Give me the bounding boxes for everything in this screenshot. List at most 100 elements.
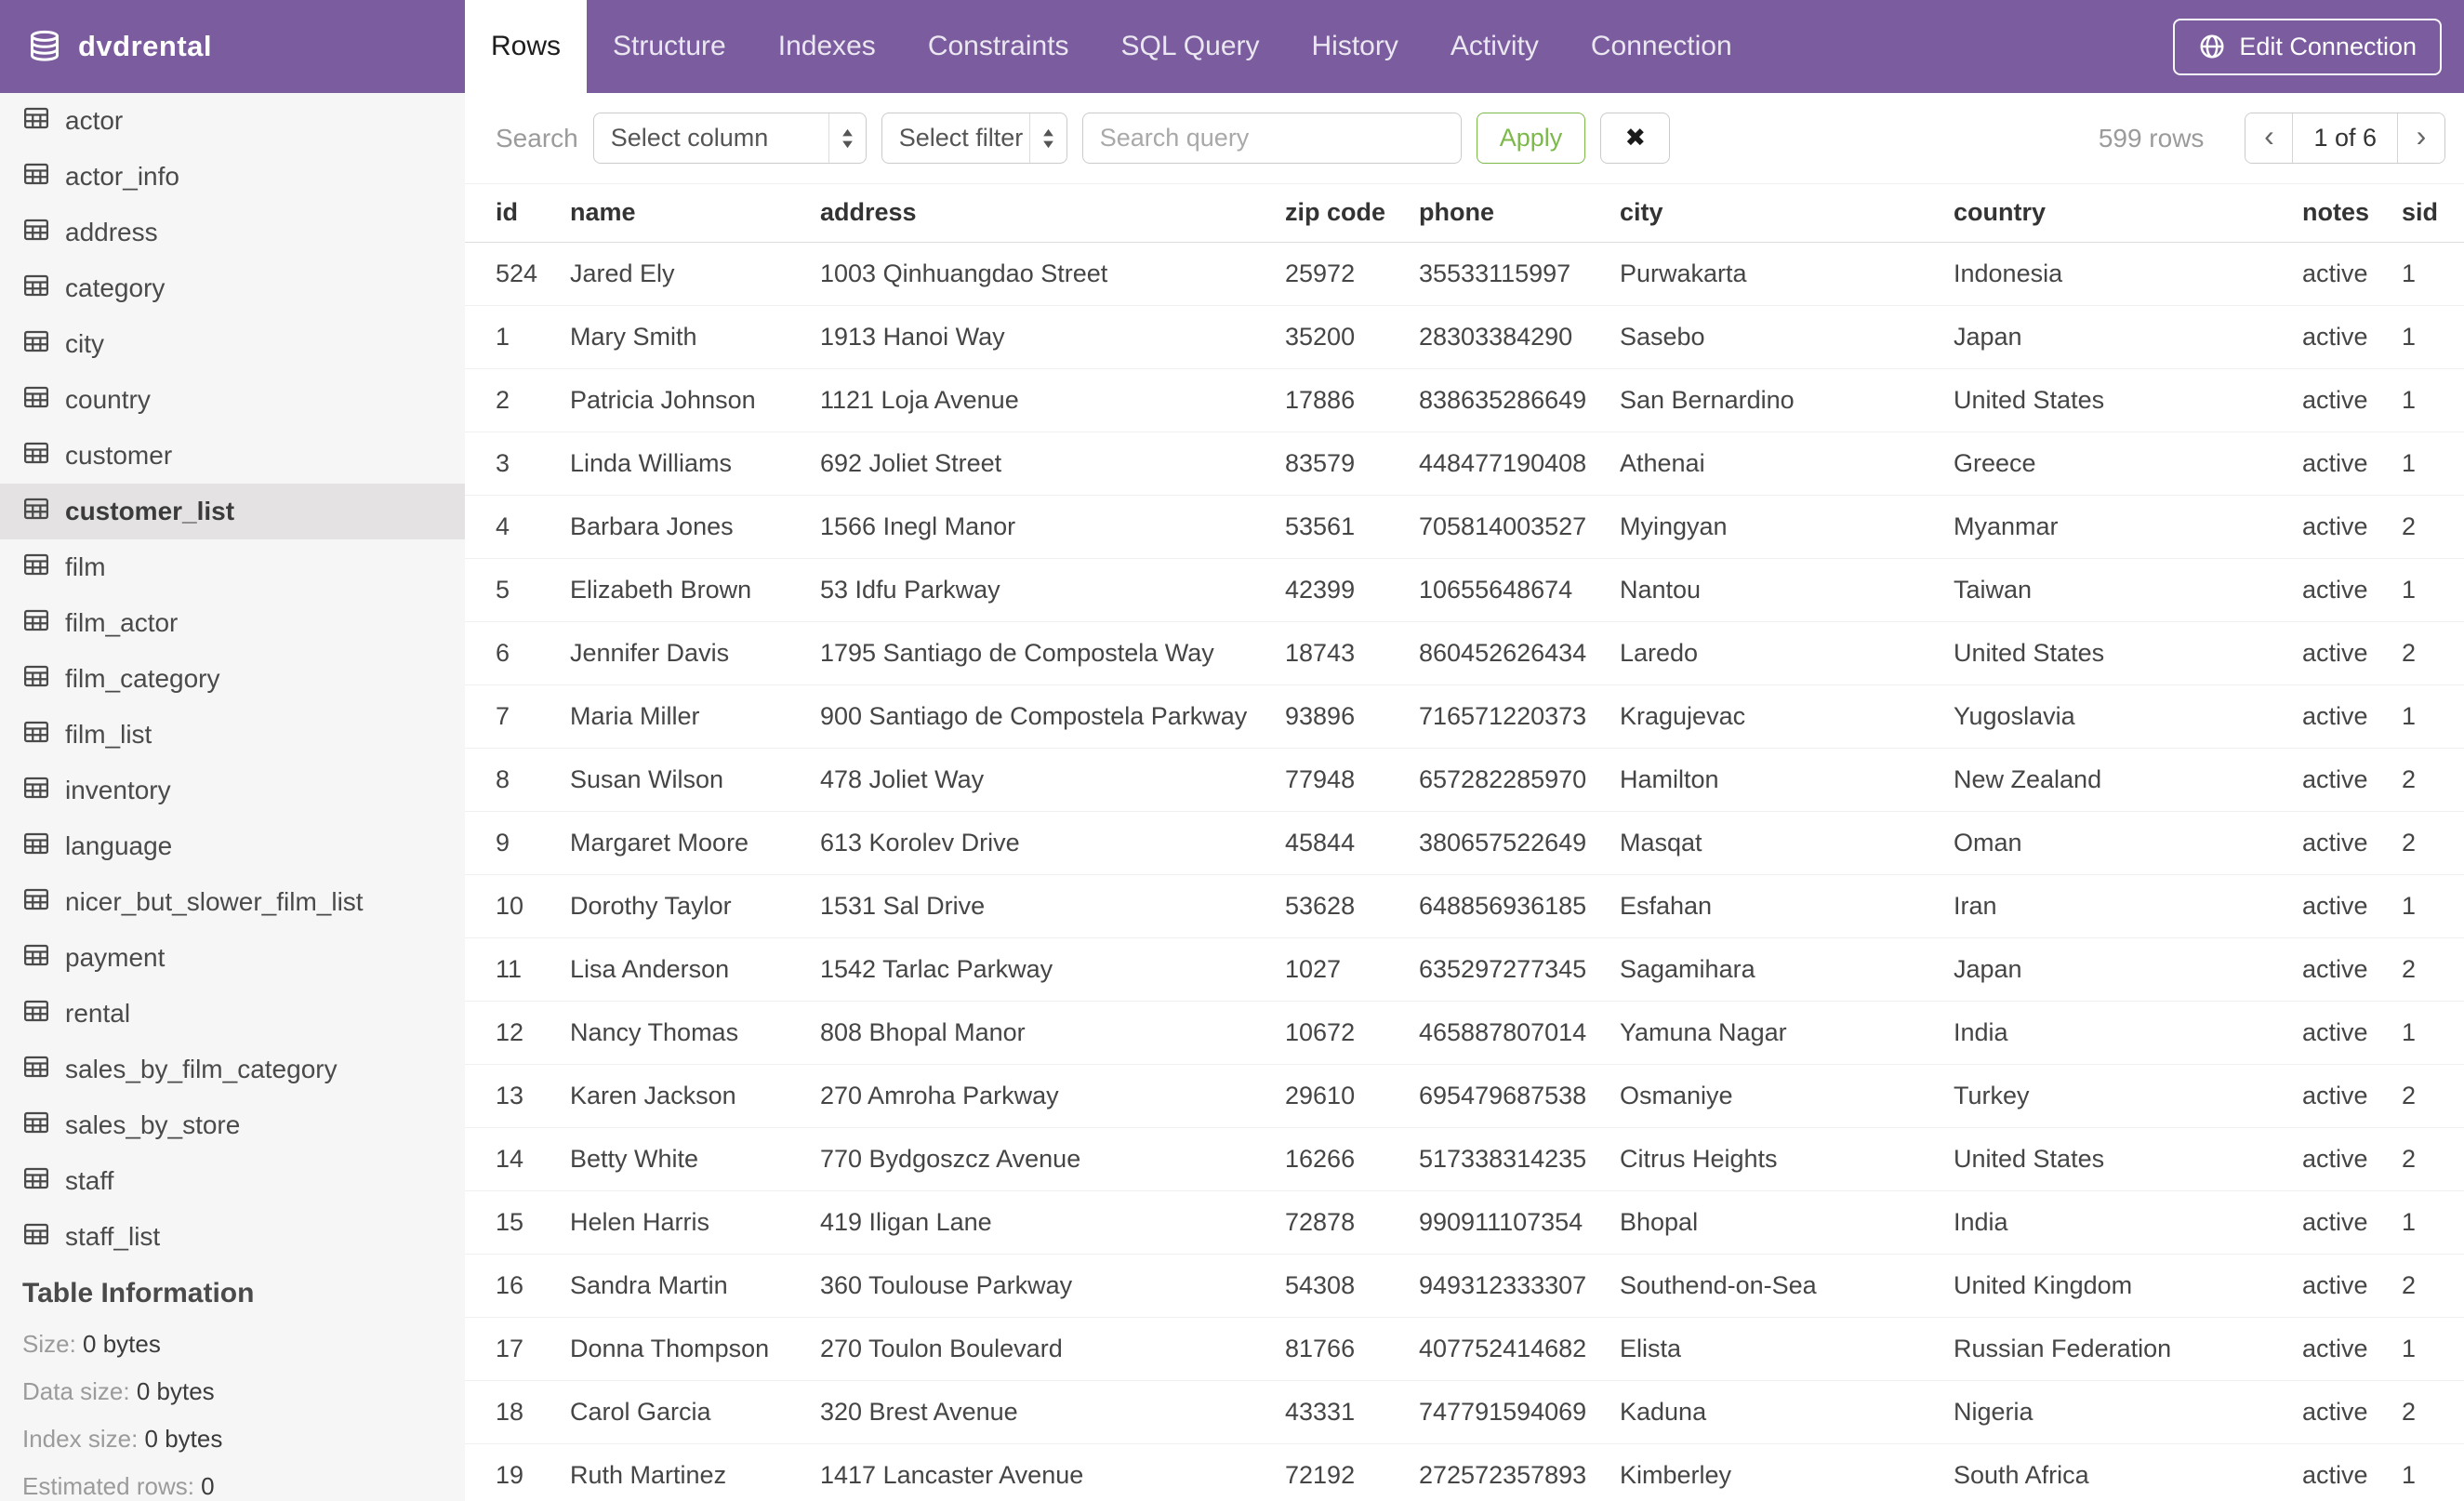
sidebar-item-rental[interactable]: rental — [0, 986, 465, 1042]
table-info-label: Estimated rows: — [22, 1472, 202, 1500]
sidebar-item-language[interactable]: language — [0, 818, 465, 874]
table-row[interactable]: 3 Linda Williams 692 Joliet Street 83579 44… — [465, 432, 2464, 496]
cell-country: Iran — [1954, 874, 2302, 938]
cell-name: Maria Miller — [570, 684, 820, 749]
prev-page-button[interactable]: ‹ — [2245, 113, 2293, 163]
tab-sql-query[interactable]: SQL Query — [1095, 0, 1286, 93]
table-row[interactable]: 5 Elizabeth Brown 53 Idfu Parkway 42399 106… — [465, 558, 2464, 622]
table-row[interactable]: 17 Donna Thompson 270 Toulon Boulevard 817… — [465, 1317, 2464, 1381]
sidebar-item-staff-list[interactable]: staff_list — [0, 1209, 465, 1265]
table-row[interactable]: 1 Mary Smith 1913 Hanoi Way 35200 283033842… — [465, 305, 2464, 369]
cell-name: Barbara Jones — [570, 495, 820, 559]
sidebar-item-nicer-but-slower-film-list[interactable]: nicer_but_slower_film_list — [0, 874, 465, 930]
cell-notes: active — [2302, 495, 2402, 559]
table-row[interactable]: 11 Lisa Anderson 1542 Tarlac Parkway 1027 6… — [465, 937, 2464, 1002]
tab-activity[interactable]: Activity — [1424, 0, 1565, 93]
table-row[interactable]: 2 Patricia Johnson 1121 Loja Avenue 17886 8… — [465, 368, 2464, 432]
column-header-zip-code[interactable]: zip code — [1285, 184, 1419, 243]
column-header-address[interactable]: address — [820, 184, 1285, 243]
tab-history[interactable]: History — [1286, 0, 1424, 93]
sidebar-item-label: rental — [65, 999, 131, 1028]
cell-city: Kimberley — [1620, 1443, 1954, 1501]
sidebar-item-film-list[interactable]: film_list — [0, 707, 465, 763]
table-grid-icon — [22, 439, 50, 473]
cell-country: Turkey — [1954, 1064, 2302, 1128]
table-row[interactable]: 7 Maria Miller 900 Santiago de Compostela … — [465, 684, 2464, 749]
clear-icon: ✖ — [1624, 124, 1647, 152]
sidebar-item-staff[interactable]: staff — [0, 1153, 465, 1209]
table-row[interactable]: 15 Helen Harris 419 Iligan Lane 72878 99091… — [465, 1190, 2464, 1255]
column-select[interactable]: Select column — [592, 113, 867, 164]
column-header-name[interactable]: name — [570, 184, 820, 243]
table-row[interactable]: 10 Dorothy Taylor 1531 Sal Drive 53628 6488… — [465, 874, 2464, 938]
sidebar: actor actor_info address category city c… — [0, 93, 465, 1501]
table-row[interactable]: 524 Jared Ely 1003 Qinhuangdao Street 2597… — [465, 242, 2464, 306]
cell-zip-code: 77948 — [1285, 748, 1419, 812]
table-grid-icon — [22, 774, 50, 808]
table-row[interactable]: 14 Betty White 770 Bydgoszcz Avenue 16266 5… — [465, 1127, 2464, 1191]
tab-structure[interactable]: Structure — [587, 0, 752, 93]
column-header-notes[interactable]: notes — [2302, 184, 2402, 243]
table-row[interactable]: 19 Ruth Martinez 1417 Lancaster Avenue 721… — [465, 1443, 2464, 1501]
cell-city: Esfahan — [1620, 874, 1954, 938]
main-content: Search Select column Select filter Apply… — [465, 93, 2464, 1501]
tab-connection[interactable]: Connection — [1565, 0, 1758, 93]
sidebar-item-label: category — [65, 273, 166, 302]
table-row[interactable]: 13 Karen Jackson 270 Amroha Parkway 29610 6… — [465, 1064, 2464, 1128]
cell-phone: 35533115997 — [1419, 242, 1620, 306]
edit-connection-button[interactable]: Edit Connection — [2173, 18, 2442, 75]
sidebar-item-sales-by-film-category[interactable]: sales_by_film_category — [0, 1042, 465, 1097]
sidebar-item-film-actor[interactable]: film_actor — [0, 595, 465, 651]
next-page-button[interactable]: › — [2398, 113, 2444, 163]
tab-rows[interactable]: Rows — [465, 0, 588, 93]
sidebar-item-actor-info[interactable]: actor_info — [0, 149, 465, 205]
cell-zip-code: 93896 — [1285, 684, 1419, 749]
sidebar-item-film[interactable]: film — [0, 539, 465, 595]
column-header-city[interactable]: city — [1620, 184, 1954, 243]
tab-indexes[interactable]: Indexes — [752, 0, 902, 93]
cell-address: 1417 Lancaster Avenue — [820, 1443, 1285, 1501]
sidebar-item-address[interactable]: address — [0, 205, 465, 260]
table-row[interactable]: 4 Barbara Jones 1566 Inegl Manor 53561 7058… — [465, 495, 2464, 559]
filter-select[interactable]: Select filter — [881, 113, 1067, 164]
tab-constraints[interactable]: Constraints — [902, 0, 1095, 93]
sidebar-item-customer-list[interactable]: customer_list — [0, 484, 465, 539]
cell-city: Sagamihara — [1620, 937, 1954, 1002]
table-row[interactable]: 16 Sandra Martin 360 Toulouse Parkway 5430… — [465, 1254, 2464, 1318]
sidebar-item-film-category[interactable]: film_category — [0, 651, 465, 707]
cell-name: Karen Jackson — [570, 1064, 820, 1128]
cell-phone: 465887807014 — [1419, 1001, 1620, 1065]
sidebar-item-city[interactable]: city — [0, 316, 465, 372]
sidebar-item-label: film_actor — [65, 608, 179, 637]
search-query-input[interactable] — [1081, 113, 1462, 164]
table-row[interactable]: 18 Carol Garcia 320 Brest Avenue 43331 7477… — [465, 1380, 2464, 1444]
table-info-row: Size: 0 bytes — [22, 1321, 443, 1368]
cell-notes: active — [2302, 937, 2402, 1002]
table-grid-icon — [22, 606, 50, 641]
clear-search-button[interactable]: ✖ — [1600, 113, 1671, 164]
cell-phone: 990911107354 — [1419, 1190, 1620, 1255]
sidebar-item-actor[interactable]: actor — [0, 93, 465, 149]
column-header-sid[interactable]: sid — [2402, 184, 2464, 243]
cell-phone: 517338314235 — [1419, 1127, 1620, 1191]
table-list: actor actor_info address category city c… — [0, 93, 465, 1265]
table-row[interactable]: 6 Jennifer Davis 1795 Santiago de Composte… — [465, 621, 2464, 685]
sidebar-item-inventory[interactable]: inventory — [0, 763, 465, 818]
sidebar-item-customer[interactable]: customer — [0, 428, 465, 484]
database-icon — [31, 30, 59, 61]
table-row[interactable]: 12 Nancy Thomas 808 Bhopal Manor 10672 4658… — [465, 1001, 2464, 1065]
sidebar-item-country[interactable]: country — [0, 372, 465, 428]
sidebar-item-sales-by-store[interactable]: sales_by_store — [0, 1097, 465, 1153]
apply-button[interactable]: Apply — [1476, 113, 1586, 164]
table-row[interactable]: 8 Susan Wilson 478 Joliet Way 77948 6572822… — [465, 748, 2464, 812]
table-row[interactable]: 9 Margaret Moore 613 Korolev Drive 45844 38… — [465, 811, 2464, 875]
column-header-id[interactable]: id — [465, 184, 570, 243]
table-grid-icon — [22, 216, 50, 250]
table-grid-icon — [22, 160, 50, 194]
sidebar-item-payment[interactable]: payment — [0, 930, 465, 986]
cell-id: 17 — [465, 1317, 570, 1381]
sidebar-item-category[interactable]: category — [0, 260, 465, 316]
cell-id: 13 — [465, 1064, 570, 1128]
column-header-phone[interactable]: phone — [1419, 184, 1620, 243]
column-header-country[interactable]: country — [1954, 184, 2302, 243]
